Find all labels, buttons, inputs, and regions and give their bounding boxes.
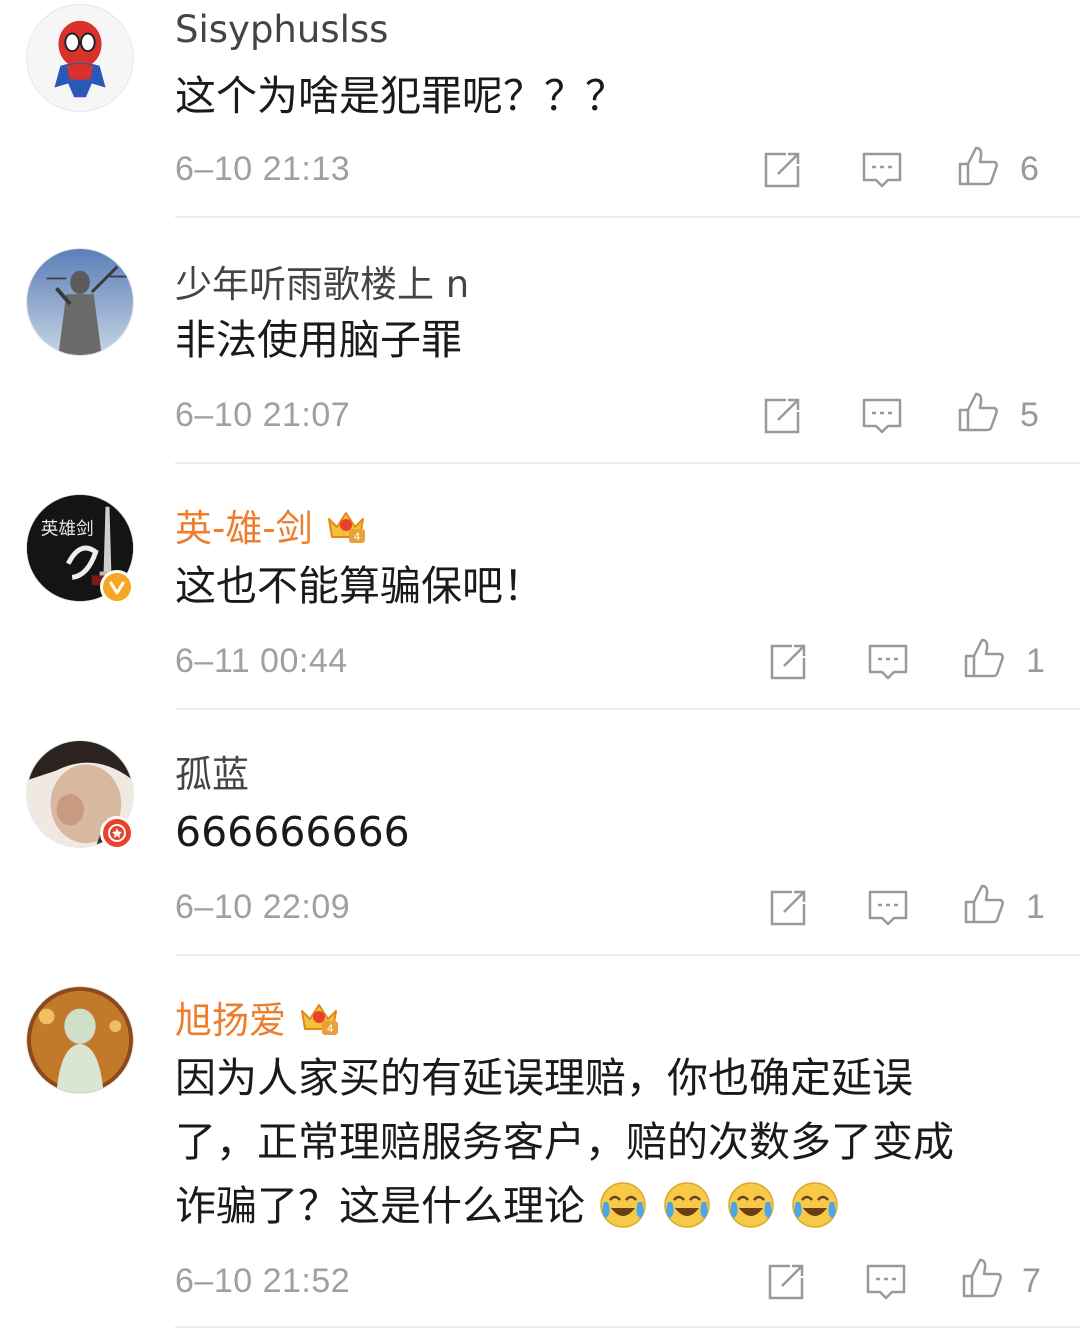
timestamp: 6–10 22:09	[175, 888, 351, 926]
thumbs-up-icon[interactable]	[956, 390, 1000, 434]
avatar[interactable]	[26, 4, 134, 112]
username-label: 少年听雨歌楼上 n	[175, 263, 470, 306]
divider	[175, 1326, 1080, 1328]
comment-line-3: 诈骗了？这是什么理论	[175, 1174, 1055, 1238]
vip-level: 4	[327, 1023, 333, 1035]
comment-icon[interactable]	[860, 148, 904, 192]
repost-icon[interactable]	[766, 886, 810, 930]
username-label: 旭扬爱	[175, 999, 286, 1042]
divider	[175, 462, 1080, 464]
laugh-cry-emoji-icon	[662, 1180, 712, 1230]
timestamp: 6–10 21:13	[175, 150, 351, 188]
comment-line: 诈骗了？这是什么理论	[175, 1182, 585, 1230]
repost-icon[interactable]	[764, 1260, 808, 1304]
vip-crown-icon: 4	[298, 997, 340, 1037]
comment-icon[interactable]	[866, 640, 910, 684]
comment-icon[interactable]	[860, 394, 904, 438]
like-count: 5	[1020, 396, 1039, 434]
username[interactable]: 旭扬爱 4	[175, 990, 340, 1044]
comment-line: 因为人家买的有延误理赔，你也确定延误	[175, 1054, 913, 1102]
like-count: 1	[1026, 888, 1045, 926]
like-count: 6	[1020, 150, 1039, 188]
laugh-cry-emoji-icon	[726, 1180, 776, 1230]
avatar[interactable]	[26, 986, 134, 1094]
username[interactable]: 少年听雨歌楼上 n	[175, 254, 469, 308]
verified-badge	[100, 570, 134, 604]
username[interactable]: 英-雄-剑 4	[175, 498, 367, 552]
thumbs-up-icon[interactable]	[960, 1256, 1004, 1300]
thumbs-up-icon[interactable]	[962, 882, 1006, 926]
comment-text: 这也不能算骗保吧！	[175, 562, 544, 610]
username-label: 英-雄-剑	[175, 507, 313, 550]
comment-text: 这个为啥是犯罪呢？？？	[175, 72, 626, 120]
comment-icon[interactable]	[866, 886, 910, 930]
laugh-cry-emoji-icon	[790, 1180, 840, 1230]
timestamp: 6–10 21:07	[175, 396, 351, 434]
username[interactable]: Sisyphuslss	[175, 8, 388, 51]
laugh-cry-emoji-icon	[598, 1180, 648, 1230]
thumbs-up-icon[interactable]	[956, 144, 1000, 188]
username-label: Sisyphuslss	[175, 8, 389, 51]
red-badge	[100, 816, 134, 850]
vip-crown-icon: 4	[325, 505, 367, 545]
like-count: 7	[1022, 1262, 1041, 1300]
like-count: 1	[1026, 642, 1045, 680]
timestamp: 6–11 00:44	[175, 642, 348, 680]
repost-icon[interactable]	[760, 148, 804, 192]
vip-level: 4	[354, 531, 360, 543]
comment-text: 666666666	[175, 808, 410, 856]
divider	[175, 954, 1080, 956]
avatar-text: 英雄剑	[41, 518, 94, 539]
username-label: 孤蓝	[175, 753, 249, 796]
avatar[interactable]	[26, 248, 134, 356]
comment-icon[interactable]	[864, 1260, 908, 1304]
divider	[175, 216, 1080, 218]
timestamp: 6–10 21:52	[175, 1262, 351, 1300]
comment-line: 了，正常理赔服务客户，赔的次数多了变成	[175, 1118, 954, 1166]
thumbs-up-icon[interactable]	[962, 636, 1006, 680]
repost-icon[interactable]	[766, 640, 810, 684]
emoji-row	[598, 1182, 854, 1230]
comment-text: 因为人家买的有延误理赔，你也确定延误 了，正常理赔服务客户，赔的次数多了变成 诈…	[175, 1046, 1055, 1238]
comment-text: 非法使用脑子罪	[175, 316, 462, 364]
repost-icon[interactable]	[760, 394, 804, 438]
divider	[175, 708, 1080, 710]
username[interactable]: 孤蓝	[175, 744, 249, 798]
